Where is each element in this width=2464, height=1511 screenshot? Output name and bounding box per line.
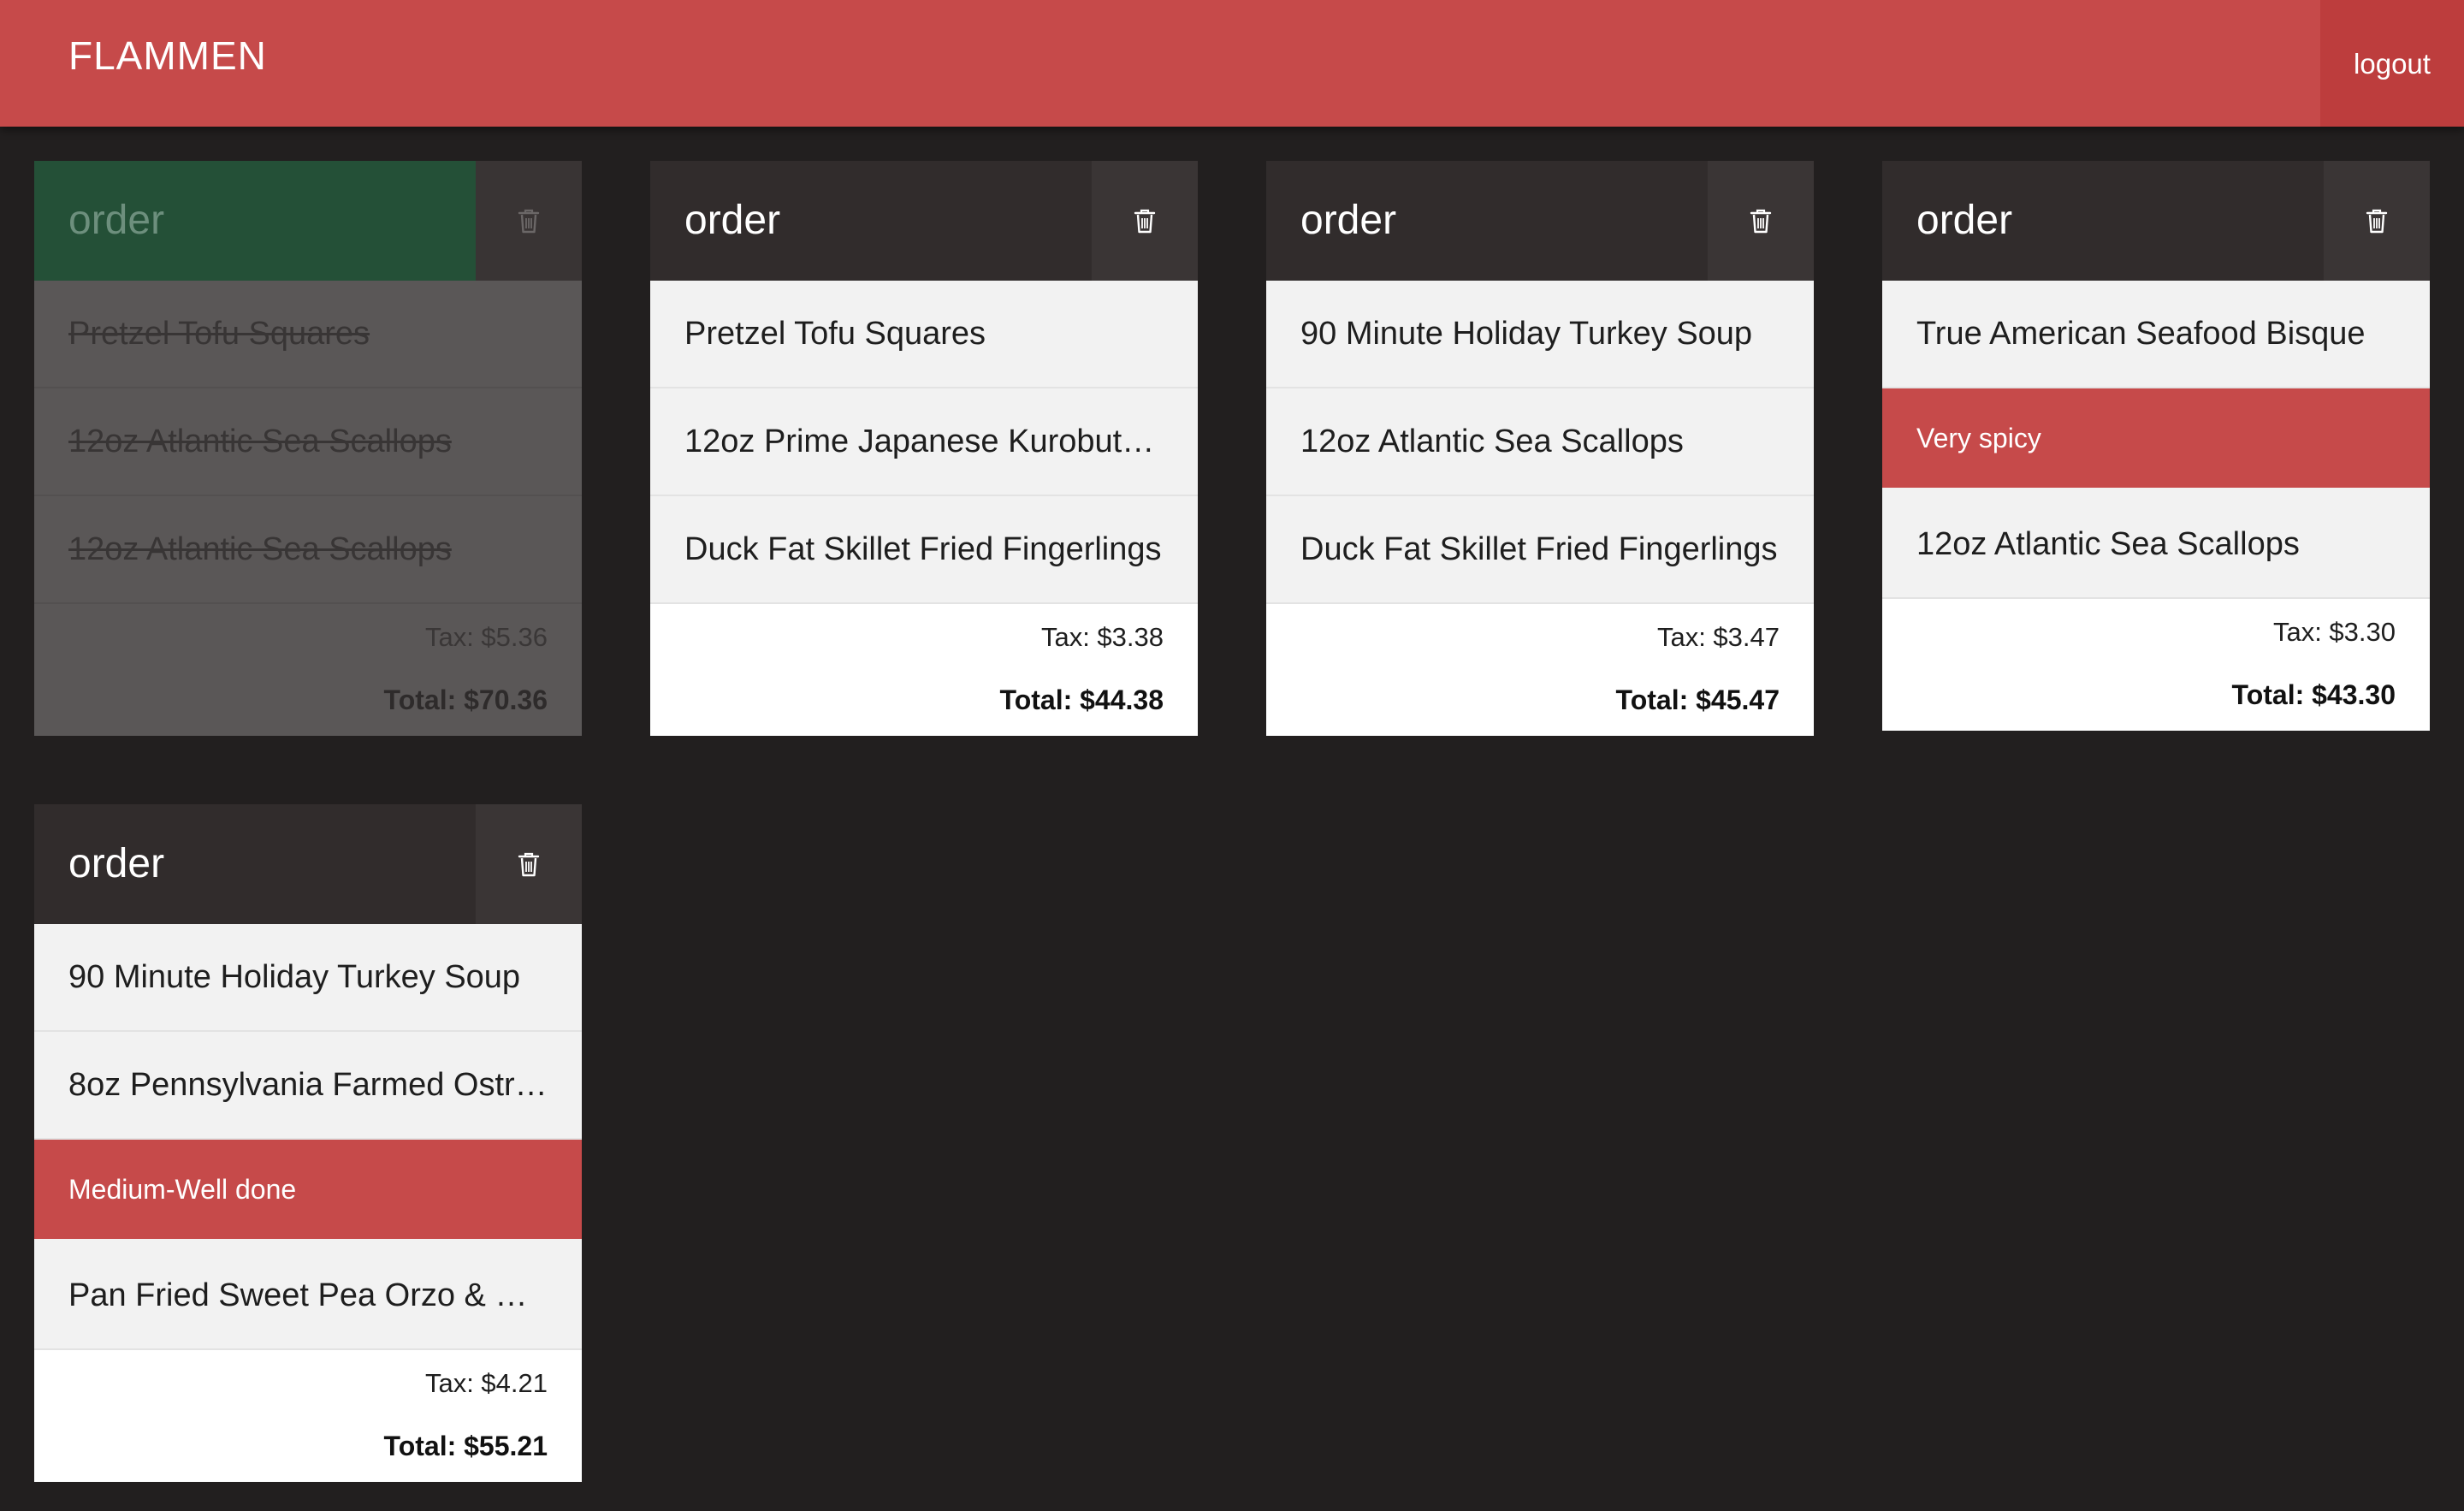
order-item[interactable]: 90 Minute Holiday Turkey Soup <box>1266 281 1814 388</box>
item-note: Medium-Well done <box>34 1140 582 1242</box>
order-card-header: order <box>650 161 1198 281</box>
order-item[interactable]: 12oz Atlantic Sea Scallops <box>1882 491 2430 599</box>
delete-order-button[interactable] <box>1092 161 1198 281</box>
order-title: order <box>684 198 781 243</box>
order-item[interactable]: True American Seafood Bisque <box>1882 281 2430 388</box>
order-total: Total: $45.47 <box>1615 684 1780 715</box>
order-item[interactable]: Pan Fried Sweet Pea Orzo & Scallions <box>34 1242 582 1350</box>
trash-icon <box>518 852 540 877</box>
delete-order-button[interactable] <box>476 804 582 924</box>
order-card: order True American Seafood Bisque Very sp… <box>1882 161 2430 731</box>
order-card: order Pretzel Tofu Squares 12oz Prime Japa… <box>650 161 1198 736</box>
order-total: Total: $44.38 <box>999 684 1164 715</box>
delete-order-button[interactable] <box>1708 161 1814 281</box>
order-item[interactable]: 12oz Atlantic Sea Scallops <box>1266 388 1814 496</box>
delete-order-button[interactable] <box>476 161 582 281</box>
order-item[interactable]: Duck Fat Skillet Fried Fingerlings <box>1266 496 1814 604</box>
order-item[interactable]: Duck Fat Skillet Fried Fingerlings <box>650 496 1198 604</box>
delete-order-button[interactable] <box>2324 161 2430 281</box>
trash-icon <box>2366 209 2388 234</box>
order-totals: Tax: $3.47 Total: $45.47 <box>1266 604 1814 736</box>
order-tax: Tax: $3.30 <box>2272 617 2396 647</box>
order-tax: Tax: $4.21 <box>424 1368 548 1398</box>
order-item[interactable]: Pretzel Tofu Squares <box>34 281 582 388</box>
order-totals: Tax: $3.38 Total: $44.38 <box>650 604 1198 736</box>
item-note: Very spicy <box>1882 388 2430 491</box>
order-tax: Tax: $3.47 <box>1656 622 1780 652</box>
order-card-header: order <box>1882 161 2430 281</box>
order-tax: Tax: $5.36 <box>424 622 548 652</box>
order-card-header: order <box>34 161 582 281</box>
order-item[interactable]: 8oz Pennsylvania Farmed Ostrich Filet <box>34 1032 582 1140</box>
order-totals: Tax: $3.30 Total: $43.30 <box>1882 599 2430 731</box>
order-total: Total: $43.30 <box>2231 679 2396 710</box>
order-item[interactable]: 12oz Atlantic Sea Scallops <box>34 496 582 604</box>
order-title: order <box>68 841 165 886</box>
order-item[interactable]: 90 Minute Holiday Turkey Soup <box>34 924 582 1032</box>
order-card: order 90 Minute Holiday Turkey Soup 8oz Pe… <box>34 804 582 1482</box>
order-tax: Tax: $3.38 <box>1040 622 1164 652</box>
trash-icon <box>1134 209 1156 234</box>
order-totals: Tax: $5.36 Total: $70.36 <box>34 604 582 736</box>
order-total: Total: $55.21 <box>383 1431 548 1461</box>
top-nav-bar: FLAMMEN logout <box>0 0 2464 127</box>
order-card-header: order <box>1266 161 1814 281</box>
trash-icon <box>518 209 540 234</box>
order-card: order 90 Minute Holiday Turkey Soup 12oz A… <box>1266 161 1814 736</box>
order-title: order <box>1300 198 1397 243</box>
order-title: order <box>1916 198 2013 243</box>
order-card: order Pretzel Tofu Squares 12oz Atlantic S… <box>34 161 582 736</box>
order-card-header: order <box>34 804 582 924</box>
trash-icon <box>1750 209 1772 234</box>
order-totals: Tax: $4.21 Total: $55.21 <box>34 1350 582 1482</box>
app-title: FLAMMEN <box>68 33 267 78</box>
order-item[interactable]: 12oz Prime Japanese Kurobuta Pork Chop <box>650 388 1198 496</box>
logout-button[interactable]: logout <box>2320 0 2464 127</box>
order-total: Total: $70.36 <box>383 684 548 715</box>
order-item[interactable]: Pretzel Tofu Squares <box>650 281 1198 388</box>
order-title: order <box>34 161 476 281</box>
order-item[interactable]: 12oz Atlantic Sea Scallops <box>34 388 582 496</box>
